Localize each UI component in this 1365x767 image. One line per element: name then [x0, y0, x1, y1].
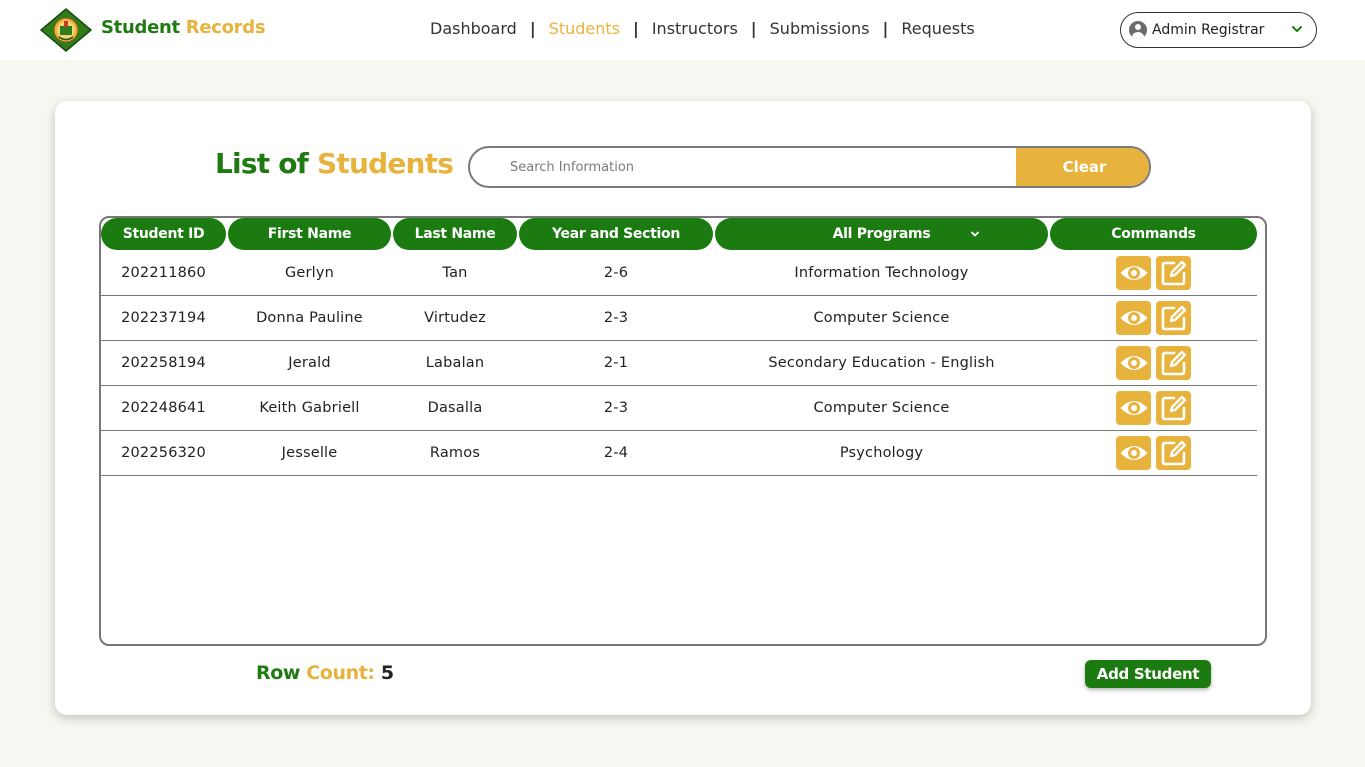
school-logo	[40, 8, 92, 52]
view-button[interactable]	[1116, 346, 1151, 380]
header-commands: Commands	[1050, 218, 1257, 250]
nav-item-dashboard[interactable]: Dashboard	[430, 19, 517, 38]
header-student-id[interactable]: Student ID	[101, 218, 226, 250]
row-count-label-part2: Count:	[306, 662, 375, 684]
cell-last-name: Virtudez	[424, 310, 486, 326]
chevron-down-icon	[1292, 26, 1302, 32]
cell-program: Computer Science	[813, 400, 950, 416]
row-count-label-part1: Row	[256, 662, 301, 684]
cell-first-name: Jesselle	[281, 445, 338, 461]
program-filter-select[interactable]: All Programs	[715, 218, 1048, 250]
search-input[interactable]	[470, 148, 1016, 186]
cell-program: Psychology	[839, 445, 924, 461]
chevron-down-icon	[971, 231, 979, 237]
add-student-button[interactable]: Add Student	[1085, 660, 1211, 688]
row-count-value: 5	[380, 662, 394, 684]
nav-item-instructors[interactable]: Instructors	[652, 19, 738, 38]
cell-first-name: Gerlyn	[284, 265, 335, 281]
edit-button[interactable]	[1156, 256, 1191, 290]
page-title: List of Students	[215, 147, 454, 180]
edit-icon	[1160, 304, 1188, 332]
edit-icon	[1160, 259, 1188, 287]
cell-program: Computer Science	[813, 310, 950, 326]
cell-last-name: Labalan	[425, 355, 485, 371]
cell-first-name: Jerald	[288, 355, 331, 371]
cell-first-name: Keith Gabriell	[259, 400, 360, 416]
edit-button[interactable]	[1156, 436, 1191, 470]
header-year-section[interactable]: Year and Section	[519, 218, 713, 250]
cell-student-id: 202258194	[121, 355, 206, 371]
table-row: 202248641 Keith Gabriell Dasalla 2-3 Compute…	[101, 386, 1257, 431]
header-last-name[interactable]: Last Name	[393, 218, 517, 250]
eye-icon	[1119, 397, 1149, 419]
user-menu-dropdown[interactable]: Admin Registrar	[1120, 12, 1317, 48]
cell-year-section: 2-3	[603, 310, 629, 326]
cell-year-section: 2-4	[603, 445, 629, 461]
table-header: Student ID First Name Last Name Year and…	[101, 218, 1265, 250]
nav-item-students[interactable]: Students	[549, 19, 620, 38]
edit-button[interactable]	[1156, 301, 1191, 335]
table-row: 202256320 Jesselle Ramos 2-4 Psychology	[101, 431, 1257, 476]
user-avatar-icon	[1129, 21, 1147, 39]
nav-separator: |	[750, 19, 757, 38]
brand-title: Student Records	[101, 17, 266, 38]
students-table: Student ID First Name Last Name Year and…	[99, 216, 1267, 646]
clear-button[interactable]: Clear	[1016, 148, 1149, 186]
table-row: 202211860 Gerlyn Tan 2-6 Information Technol…	[101, 251, 1257, 296]
page-title-part2: Students	[317, 147, 454, 180]
cell-last-name: Dasalla	[427, 400, 483, 416]
cell-last-name: Ramos	[429, 445, 481, 461]
eye-icon	[1119, 352, 1149, 374]
nav-item-submissions[interactable]: Submissions	[770, 19, 870, 38]
view-button[interactable]	[1116, 256, 1151, 290]
cell-year-section: 2-3	[603, 400, 629, 416]
search-bar: Clear	[468, 146, 1151, 188]
nav-item-requests[interactable]: Requests	[901, 19, 974, 38]
edit-icon	[1160, 394, 1188, 422]
table-row: 202258194 Jerald Labalan 2-1 Secondary Educa…	[101, 341, 1257, 386]
view-button[interactable]	[1116, 436, 1151, 470]
edit-button[interactable]	[1156, 346, 1191, 380]
nav-separator: |	[632, 19, 639, 38]
cell-program: Information Technology	[794, 265, 969, 281]
main-nav: Dashboard | Students | Instructors | Sub…	[430, 19, 975, 38]
brand-title-part2: Records	[185, 17, 266, 38]
edit-icon	[1160, 439, 1188, 467]
view-button[interactable]	[1116, 301, 1151, 335]
nav-separator: |	[882, 19, 889, 38]
edit-button[interactable]	[1156, 391, 1191, 425]
cell-student-id: 202248641	[121, 400, 206, 416]
row-count: Row Count: 5	[256, 662, 394, 684]
top-bar: Student Records Dashboard | Students | I…	[0, 0, 1365, 60]
program-filter-label: All Programs	[832, 226, 931, 242]
view-button[interactable]	[1116, 391, 1151, 425]
table-row: 202237194 Donna Pauline Virtudez 2-3 Compute…	[101, 296, 1257, 341]
cell-student-id: 202256320	[121, 445, 206, 461]
cell-program: Secondary Education - English	[768, 355, 995, 371]
cell-year-section: 2-1	[603, 355, 629, 371]
cell-student-id: 202237194	[121, 310, 206, 326]
user-name: Admin Registrar	[1152, 22, 1265, 38]
cell-year-section: 2-6	[603, 265, 629, 281]
edit-icon	[1160, 349, 1188, 377]
eye-icon	[1119, 262, 1149, 284]
page-title-part1: List of	[215, 147, 309, 180]
cell-first-name: Donna Pauline	[256, 310, 363, 326]
brand-title-part1: Student	[101, 17, 180, 38]
eye-icon	[1119, 307, 1149, 329]
nav-separator: |	[529, 19, 536, 38]
eye-icon	[1119, 442, 1149, 464]
cell-last-name: Tan	[442, 265, 468, 281]
students-card: List of Students Clear Student ID First …	[55, 101, 1311, 715]
cell-student-id: 202211860	[121, 265, 206, 281]
header-first-name[interactable]: First Name	[228, 218, 391, 250]
